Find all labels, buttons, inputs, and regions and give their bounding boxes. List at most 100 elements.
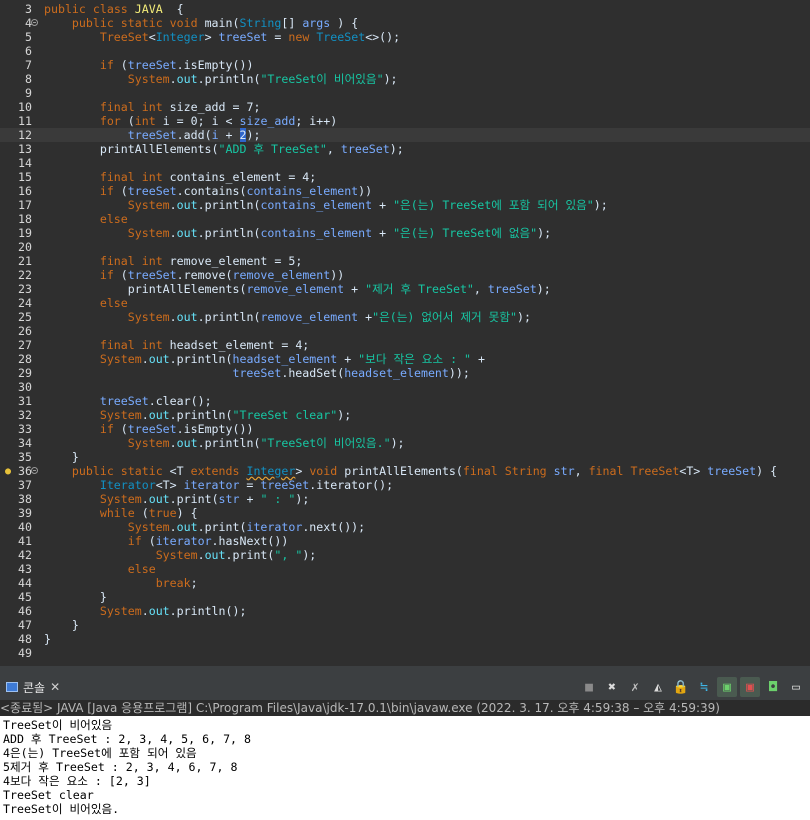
code-token: public	[44, 2, 86, 16]
code-token: out	[176, 520, 198, 534]
line-number: 32	[18, 408, 32, 422]
code-line-current[interactable]: 12 treeSet.add(i + 2);	[0, 128, 810, 142]
close-icon[interactable]: ✕	[50, 680, 60, 694]
code-token: System	[99, 408, 142, 422]
code-line[interactable]: 13 printAllElements("ADD 후 TreeSet", tre…	[0, 142, 810, 156]
warning-underline-token[interactable]: Integer	[246, 464, 295, 478]
code-token: (	[120, 114, 135, 128]
line-number: 28	[18, 352, 32, 366]
code-line[interactable]: 5 TreeSet<Integer> treeSet = new TreeSet…	[0, 30, 810, 44]
code-line[interactable]: 44 break;	[0, 576, 810, 590]
code-line[interactable]: 29 treeSet.headSet(headset_element));	[0, 366, 810, 380]
code-token: +	[372, 226, 394, 240]
code-line[interactable]: 48}	[0, 632, 810, 646]
tab-console[interactable]: 콘솔 ✕	[0, 674, 66, 700]
code-editor[interactable]: 3 public class JAVA { 4 public static voi…	[0, 0, 810, 666]
console-output[interactable]: TreeSet이 비어있음 ADD 후 TreeSet : 2, 3, 4, 5…	[0, 716, 810, 820]
code-token: (	[141, 534, 156, 548]
code-line[interactable]: 47 }	[0, 618, 810, 632]
code-token: final	[462, 464, 498, 478]
code-line[interactable]: 22 if (treeSet.remove(remove_element))	[0, 268, 810, 282]
code-line[interactable]: 4 public static void main(String[] args …	[0, 16, 810, 30]
code-line[interactable]: 10 final int size_add = 7;	[0, 100, 810, 114]
code-line[interactable]: 17 System.out.println(contains_element +…	[0, 198, 810, 212]
code-token: headset_element	[232, 352, 338, 366]
code-token: treeSet	[218, 30, 268, 44]
code-token: ();	[190, 394, 212, 408]
code-line[interactable]: 31 treeSet.clear();	[0, 394, 810, 408]
code-line[interactable]: 16 if (treeSet.contains(contains_element…	[0, 184, 810, 198]
show-on-stderr-icon[interactable]: ▣	[740, 677, 760, 697]
code-line[interactable]: 28 System.out.println(headset_element + …	[0, 352, 810, 366]
line-number: 33	[18, 422, 32, 436]
code-line[interactable]: 40 System.out.print(iterator.next());	[0, 520, 810, 534]
code-line[interactable]: 18 else	[0, 212, 810, 226]
code-line[interactable]: 7 if (treeSet.isEmpty())	[0, 58, 810, 72]
code-line[interactable]: 14	[0, 156, 810, 170]
code-token: .	[176, 58, 184, 72]
code-line[interactable]: 3 public class JAVA {	[0, 2, 810, 16]
code-line[interactable]: 34 System.out.println("TreeSet이 비어있음.");	[0, 436, 810, 450]
code-line[interactable]: 8 System.out.println("TreeSet이 비어있음");	[0, 72, 810, 86]
scroll-lock-icon[interactable]: 🔒	[671, 677, 691, 697]
code-token: }	[44, 632, 51, 646]
code-token: true	[148, 506, 177, 520]
code-line[interactable]: 42 System.out.print(", ");	[0, 548, 810, 562]
code-line[interactable]: 37 Iterator<T> iterator = treeSet.iterat…	[0, 478, 810, 492]
code-token: treeSet	[127, 184, 177, 198]
code-line[interactable]: 24 else	[0, 296, 810, 310]
code-line[interactable]: 9	[0, 86, 810, 100]
code-line[interactable]: 33 if (treeSet.isEmpty())	[0, 422, 810, 436]
code-line[interactable]: 45 }	[0, 590, 810, 604]
code-token: );	[383, 72, 398, 86]
code-line[interactable]: 35 }	[0, 450, 810, 464]
word-wrap-icon[interactable]: ≒	[694, 677, 714, 697]
code-line[interactable]: 19 System.out.println(contains_element +…	[0, 226, 810, 240]
code-line[interactable]: 46 System.out.println();	[0, 604, 810, 618]
code-token: (	[204, 128, 212, 142]
code-token: remove_element	[246, 282, 345, 296]
code-token: out	[176, 198, 198, 212]
code-line[interactable]: 41 if (iterator.hasNext())	[0, 534, 810, 548]
code-token: Integer	[155, 30, 205, 44]
code-token: System	[99, 352, 142, 366]
stop-icon[interactable]: ■	[579, 677, 599, 697]
code-line[interactable]: 43 else	[0, 562, 810, 576]
code-line[interactable]: 21 final int remove_element = 5;	[0, 254, 810, 268]
code-token: static	[120, 464, 163, 478]
code-token: "보다 작은 요소 : "	[358, 352, 472, 366]
code-line[interactable]: 15 final int contains_element = 4;	[0, 170, 810, 184]
code-token: (	[113, 268, 128, 282]
code-token: ())	[232, 422, 254, 436]
code-line[interactable]: 27 final int headset_element = 4;	[0, 338, 810, 352]
code-line[interactable]: 20	[0, 240, 810, 254]
code-line[interactable]: 6	[0, 44, 810, 58]
fold-toggle-icon[interactable]	[31, 19, 38, 26]
code-line[interactable]: 38 System.out.print(str + " : ");	[0, 492, 810, 506]
code-token: if	[99, 268, 114, 282]
code-line[interactable]: ● 36 public static <T extends Integer> vo…	[0, 464, 810, 478]
code-line[interactable]: 39 while (true) {	[0, 506, 810, 520]
panel-splitter[interactable]	[0, 666, 810, 674]
code-line[interactable]: 23 printAllElements(remove_element + "제거…	[0, 282, 810, 296]
code-token: i	[211, 128, 219, 142]
fold-toggle-icon[interactable]	[31, 467, 38, 474]
code-line[interactable]: 32 System.out.println("TreeSet clear");	[0, 408, 810, 422]
code-token: );	[593, 198, 608, 212]
pin-console-icon[interactable]: ◘	[763, 677, 783, 697]
code-line[interactable]: 11 for (int i = 0; i < size_add; i++)	[0, 114, 810, 128]
code-line[interactable]: 49	[0, 646, 810, 660]
code-token: out	[204, 548, 226, 562]
code-token: new	[288, 30, 310, 44]
remove-all-launches-icon[interactable]: ✗	[625, 677, 645, 697]
code-token: " : "	[260, 492, 296, 506]
code-line[interactable]: 25 System.out.println(remove_element +"은…	[0, 310, 810, 324]
code-line[interactable]: 30	[0, 380, 810, 394]
code-line[interactable]: 26	[0, 324, 810, 338]
remove-launch-icon[interactable]: ✖	[602, 677, 622, 697]
line-number: 27	[18, 338, 32, 352]
clear-console-icon[interactable]: ◭	[648, 677, 668, 697]
show-on-stdout-icon[interactable]: ▣	[717, 677, 737, 697]
display-console-icon[interactable]: ▭	[786, 677, 806, 697]
code-token: out	[176, 226, 198, 240]
